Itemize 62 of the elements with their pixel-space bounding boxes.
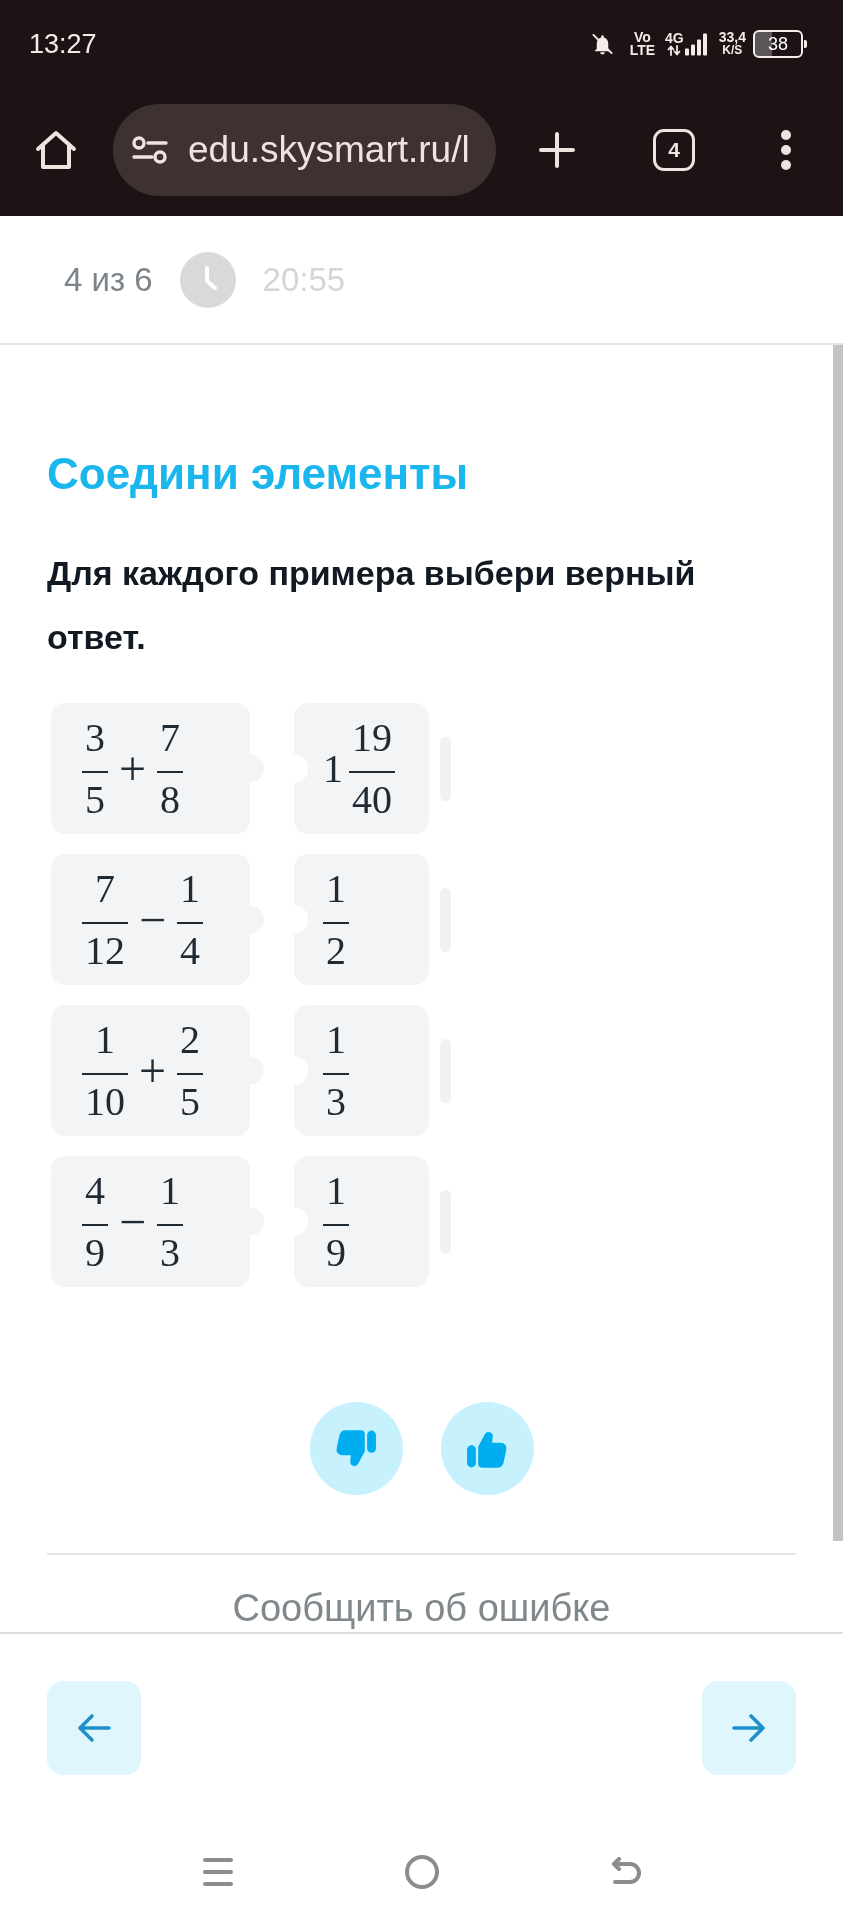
fraction-denominator: 12	[85, 930, 125, 971]
sliders-icon[interactable]	[132, 135, 168, 165]
home-icon	[34, 129, 78, 171]
arrow-right-icon	[732, 1713, 766, 1743]
fraction-denominator: 9	[326, 1232, 346, 1273]
network-type-label: 4G	[665, 32, 684, 45]
math-operator: +	[139, 1048, 167, 1093]
signal-bars-icon	[683, 31, 708, 57]
fraction-numerator: 1	[326, 1019, 346, 1060]
fraction-numerator: 7	[160, 717, 181, 758]
previous-button[interactable]	[47, 1681, 141, 1775]
network-speed: 33,4	[718, 31, 746, 44]
fraction-numerator: 1	[326, 868, 346, 909]
answer-card[interactable]: 1 2	[294, 854, 429, 985]
plus-icon	[538, 131, 576, 169]
math-operator: −	[139, 897, 167, 942]
battery-indicator: 38	[753, 30, 807, 58]
fraction-numerator: 1	[95, 1019, 115, 1060]
fraction-numerator: 2	[180, 1019, 201, 1060]
tab-count-button[interactable]: 4	[653, 129, 695, 171]
fraction-denominator: 2	[326, 930, 346, 971]
fraction-denominator: 5	[180, 1081, 201, 1122]
muted-bell-icon	[590, 32, 614, 56]
fraction-denominator: 4	[180, 930, 201, 971]
circle-icon[interactable]	[404, 1855, 439, 1889]
answer-card[interactable]: 1 9	[294, 1156, 429, 1287]
clock-icon	[179, 251, 236, 308]
fraction-denominator: 3	[160, 1232, 181, 1273]
task-title: Соедини элементы	[47, 448, 469, 500]
task-instruction: Для каждого примера выбери верный ответ.	[47, 553, 697, 658]
next-button[interactable]	[702, 1681, 796, 1775]
arrow-left-icon	[77, 1713, 111, 1743]
fraction-numerator: 1	[326, 1170, 346, 1211]
fraction-denominator: 10	[85, 1081, 125, 1122]
report-error-link[interactable]: Сообщить об ошибке	[232, 1586, 611, 1630]
network-type-label: Vo	[633, 31, 651, 44]
speed-unit: K/S	[722, 44, 743, 57]
fraction-denominator: 9	[85, 1232, 105, 1273]
data-arrows-icon	[667, 45, 682, 56]
whole-number: 1	[323, 748, 343, 789]
answer-card[interactable]: 1 3	[294, 1005, 429, 1136]
back-icon[interactable]	[609, 1857, 642, 1887]
scrollbar-thumb[interactable]	[833, 345, 843, 1541]
fraction-numerator: 7	[95, 868, 115, 909]
address-bar[interactable]: edu.skysmart.ru/l	[113, 104, 496, 196]
status-time: 13:27	[29, 28, 97, 60]
fraction-numerator: 1	[180, 868, 201, 909]
question-counter: 4 из 6	[64, 260, 153, 299]
math-operator: −	[119, 1199, 147, 1244]
fraction-denominator: 40	[352, 779, 392, 820]
url-text: edu.skysmart.ru/l	[188, 128, 470, 172]
menu-icon[interactable]	[201, 1856, 234, 1888]
network-type-label: LTE	[629, 44, 656, 57]
math-operator: +	[119, 746, 147, 791]
more-dots-icon	[780, 129, 792, 171]
fraction-denominator: 5	[85, 779, 105, 820]
fraction-denominator: 3	[326, 1081, 346, 1122]
fraction-numerator: 19	[352, 717, 392, 758]
fraction-numerator: 3	[85, 717, 105, 758]
fraction-numerator: 4	[85, 1170, 105, 1211]
fraction-numerator: 1	[160, 1170, 181, 1211]
fraction-denominator: 8	[160, 779, 181, 820]
